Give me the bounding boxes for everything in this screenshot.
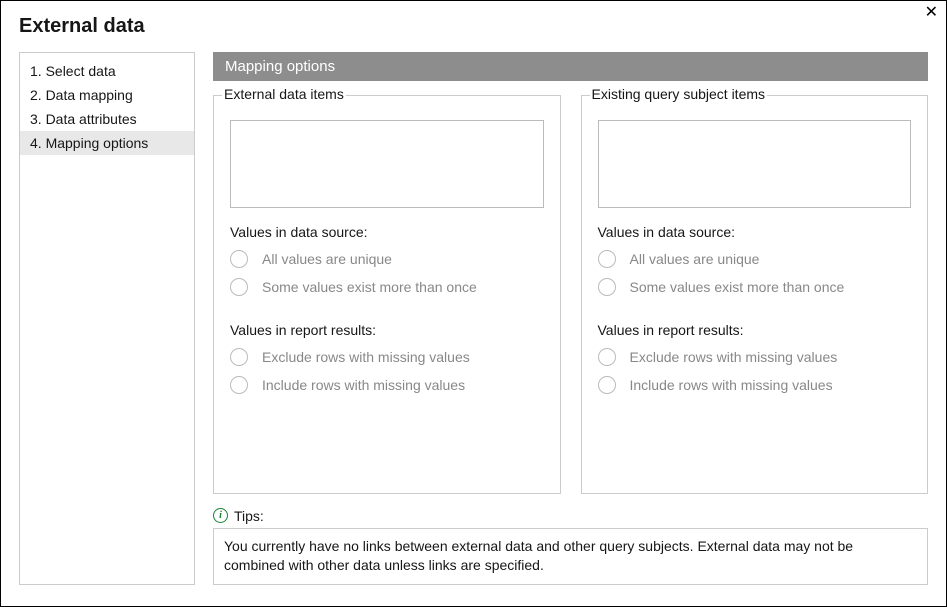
radio-icon: [230, 250, 248, 268]
radio-label: All values are unique: [630, 251, 760, 267]
radio-all-unique-right[interactable]: All values are unique: [598, 250, 912, 268]
radio-exclude-missing-right[interactable]: Exclude rows with missing values: [598, 348, 912, 366]
radio-label: Exclude rows with missing values: [262, 349, 470, 365]
radio-icon: [230, 376, 248, 394]
report-results-label: Values in report results:: [230, 322, 544, 338]
sidebar-item-data-attributes[interactable]: 3. Data attributes: [20, 107, 194, 131]
fieldset-legend: Existing query subject items: [590, 86, 768, 102]
external-data-items-fieldset: External data items Values in data sourc…: [213, 95, 561, 494]
radio-icon: [230, 348, 248, 366]
radio-some-duplicate-left[interactable]: Some values exist more than once: [230, 278, 544, 296]
radio-icon: [598, 250, 616, 268]
radio-label: Include rows with missing values: [262, 377, 465, 393]
radio-label: Some values exist more than once: [630, 279, 845, 295]
existing-items-listbox[interactable]: [598, 120, 912, 208]
close-icon[interactable]: ✕: [925, 5, 938, 21]
external-items-listbox[interactable]: [230, 120, 544, 208]
radio-icon: [598, 348, 616, 366]
radio-some-duplicate-right[interactable]: Some values exist more than once: [598, 278, 912, 296]
radio-include-missing-left[interactable]: Include rows with missing values: [230, 376, 544, 394]
sidebar-item-mapping-options[interactable]: 4. Mapping options: [20, 131, 194, 155]
report-results-label: Values in report results:: [598, 322, 912, 338]
tips-header: i Tips:: [213, 508, 928, 524]
external-data-dialog: ✕ External data 1. Select data 2. Data m…: [0, 0, 947, 607]
main-panel: Mapping options External data items Valu…: [213, 52, 928, 585]
data-source-label: Values in data source:: [230, 224, 544, 240]
sidebar-item-data-mapping[interactable]: 2. Data mapping: [20, 83, 194, 107]
existing-query-items-fieldset: Existing query subject items Values in d…: [581, 95, 929, 494]
radio-icon: [230, 278, 248, 296]
radio-icon: [598, 376, 616, 394]
radio-label: Some values exist more than once: [262, 279, 477, 295]
wizard-steps-sidebar: 1. Select data 2. Data mapping 3. Data a…: [19, 52, 195, 585]
radio-icon: [598, 278, 616, 296]
dialog-title: External data: [19, 15, 928, 38]
info-icon: i: [213, 508, 228, 523]
section-header: Mapping options: [213, 52, 928, 81]
radio-all-unique-left[interactable]: All values are unique: [230, 250, 544, 268]
radio-label: Include rows with missing values: [630, 377, 833, 393]
radio-include-missing-right[interactable]: Include rows with missing values: [598, 376, 912, 394]
fieldset-legend: External data items: [222, 86, 346, 102]
radio-exclude-missing-left[interactable]: Exclude rows with missing values: [230, 348, 544, 366]
data-source-label: Values in data source:: [598, 224, 912, 240]
tips-label: Tips:: [234, 508, 264, 524]
tips-text: You currently have no links between exte…: [213, 528, 928, 585]
radio-label: All values are unique: [262, 251, 392, 267]
sidebar-item-select-data[interactable]: 1. Select data: [20, 59, 194, 83]
radio-label: Exclude rows with missing values: [630, 349, 838, 365]
